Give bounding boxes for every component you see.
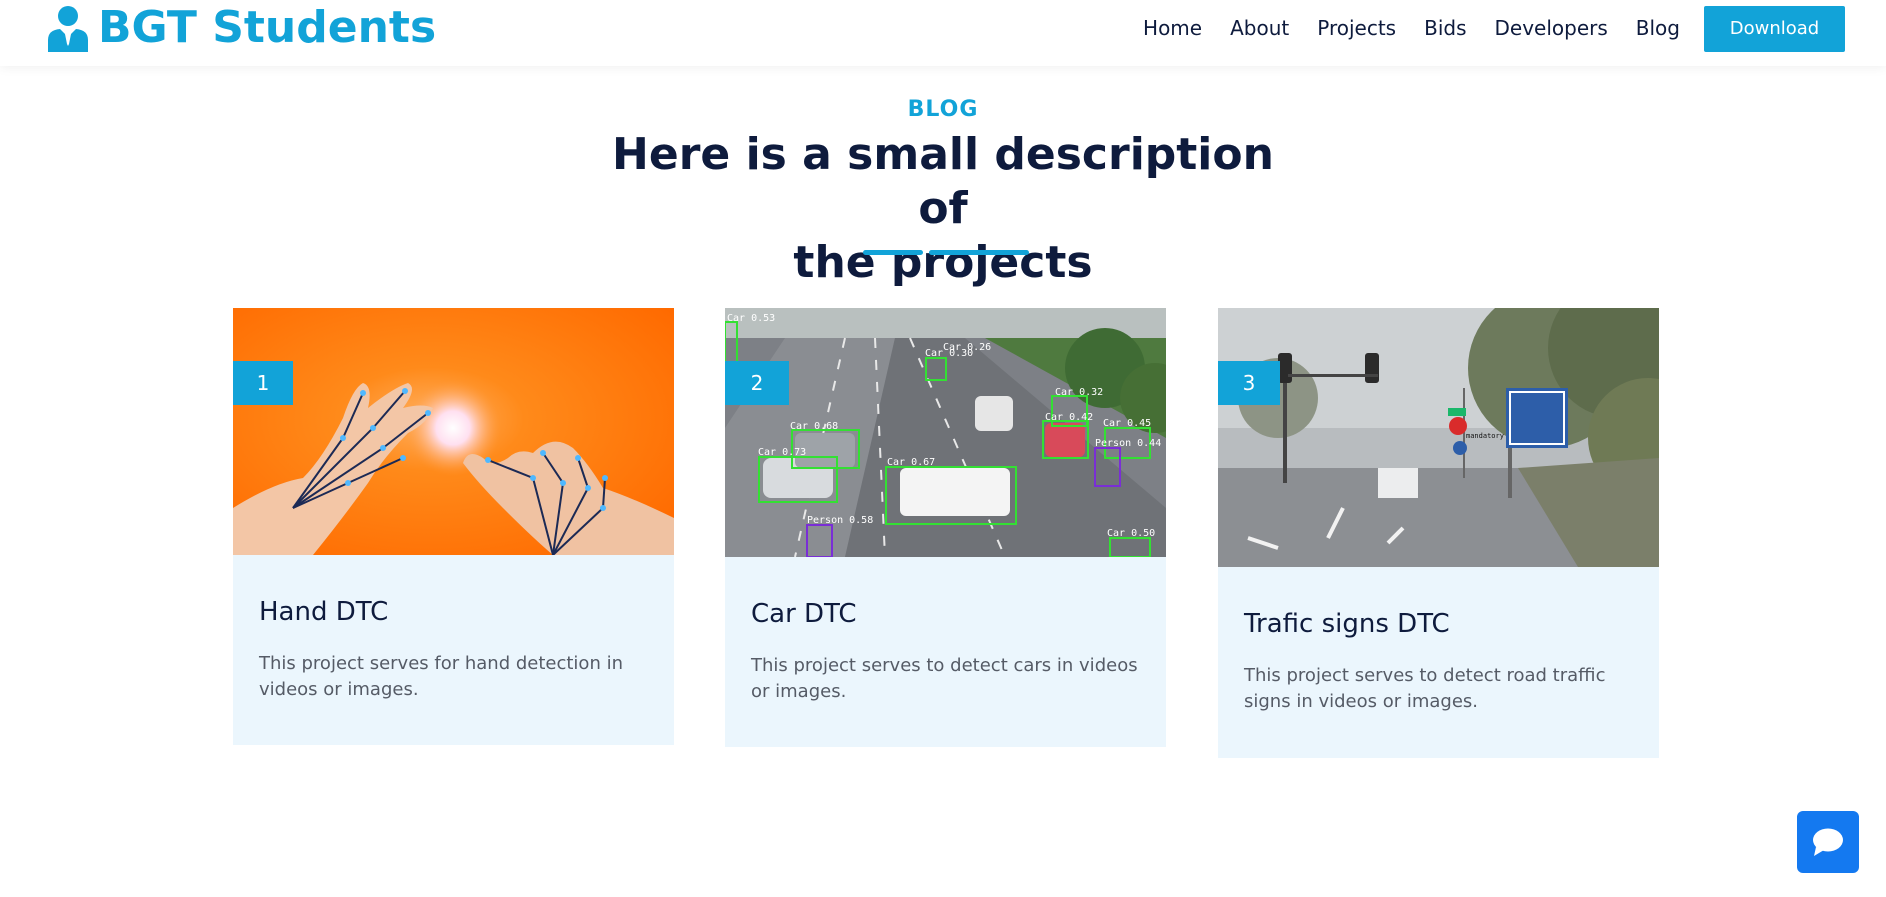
nav-blog[interactable]: Blog — [1636, 16, 1680, 40]
card-body: Hand DTC This project serves for hand de… — [233, 555, 674, 703]
heading-underline-long — [929, 250, 1029, 255]
brand-logo[interactable]: BGT Students — [46, 0, 436, 56]
svg-text:Car 0.45: Car 0.45 — [1103, 418, 1151, 429]
card-title[interactable]: Trafic signs DTC — [1244, 609, 1633, 639]
traffic-signs-photo: mandatory 3 — [1218, 308, 1659, 567]
svg-text:Car 0.32: Car 0.32 — [1055, 387, 1103, 398]
svg-text:Car 0.73: Car 0.73 — [758, 447, 806, 458]
nav-home[interactable]: Home — [1143, 16, 1202, 40]
card-description: This project serves to detect road traff… — [1244, 665, 1606, 712]
project-card-car[interactable]: Car 0.53 Car 0.68 Car 0.73 Car 0.67 Car … — [725, 308, 1166, 747]
card-description: This project serves for hand detection i… — [259, 653, 623, 700]
nav-about[interactable]: About — [1230, 16, 1289, 40]
svg-text:Person 0.44: Person 0.44 — [1095, 438, 1161, 449]
hand-tracking-photo: 1 — [233, 308, 674, 555]
svg-text:Car 0.53: Car 0.53 — [727, 313, 775, 324]
svg-text:Car 0.26: Car 0.26 — [943, 342, 991, 353]
svg-text:Car 0.50: Car 0.50 — [1107, 528, 1155, 539]
main-nav: Home About Projects Bids Developers Blog… — [1143, 0, 1886, 56]
user-tie-icon — [48, 6, 88, 52]
svg-text:Car 0.67: Car 0.67 — [887, 457, 935, 468]
project-card-hand[interactable]: 1 Hand DTC This project serves for hand … — [233, 308, 674, 745]
svg-text:Car 0.42: Car 0.42 — [1045, 412, 1093, 423]
card-title[interactable]: Car DTC — [751, 599, 1140, 629]
svg-text:Car 0.68: Car 0.68 — [790, 421, 838, 432]
chat-button[interactable] — [1797, 811, 1859, 873]
card-description: This project serves to detect cars in vi… — [751, 655, 1138, 702]
card-number-badge: 1 — [233, 361, 293, 405]
project-card-traffic-signs[interactable]: mandatory 3 Trafic signs DTC This projec… — [1218, 308, 1659, 758]
card-body: Car DTC This project serves to detect ca… — [725, 557, 1166, 705]
download-button[interactable]: Download — [1704, 5, 1845, 52]
card-title[interactable]: Hand DTC — [259, 597, 648, 627]
svg-text:mandatory: mandatory — [1466, 432, 1504, 440]
section-eyebrow: BLOG — [907, 97, 979, 122]
site-header: BGT Students Home About Projects Bids De… — [0, 0, 1886, 66]
nav-bids[interactable]: Bids — [1424, 16, 1466, 40]
heading-underline-short — [863, 250, 923, 255]
car-detection-photo: Car 0.53 Car 0.68 Car 0.73 Car 0.67 Car … — [725, 308, 1166, 557]
heading-line-1: Here is a small description of — [612, 129, 1274, 234]
card-number-badge: 3 — [1218, 361, 1280, 405]
brand-name: BGT Students — [98, 2, 437, 53]
nav-projects[interactable]: Projects — [1317, 16, 1396, 40]
chat-bubble-icon — [1813, 828, 1843, 856]
card-body: Trafic signs DTC This project serves to … — [1218, 567, 1659, 715]
section-heading: Here is a small description of the proje… — [593, 128, 1293, 290]
svg-text:Person 0.58: Person 0.58 — [807, 515, 873, 526]
nav-developers[interactable]: Developers — [1495, 16, 1608, 40]
heading-line-2: the projects — [793, 237, 1093, 288]
card-number-badge: 2 — [725, 361, 789, 405]
